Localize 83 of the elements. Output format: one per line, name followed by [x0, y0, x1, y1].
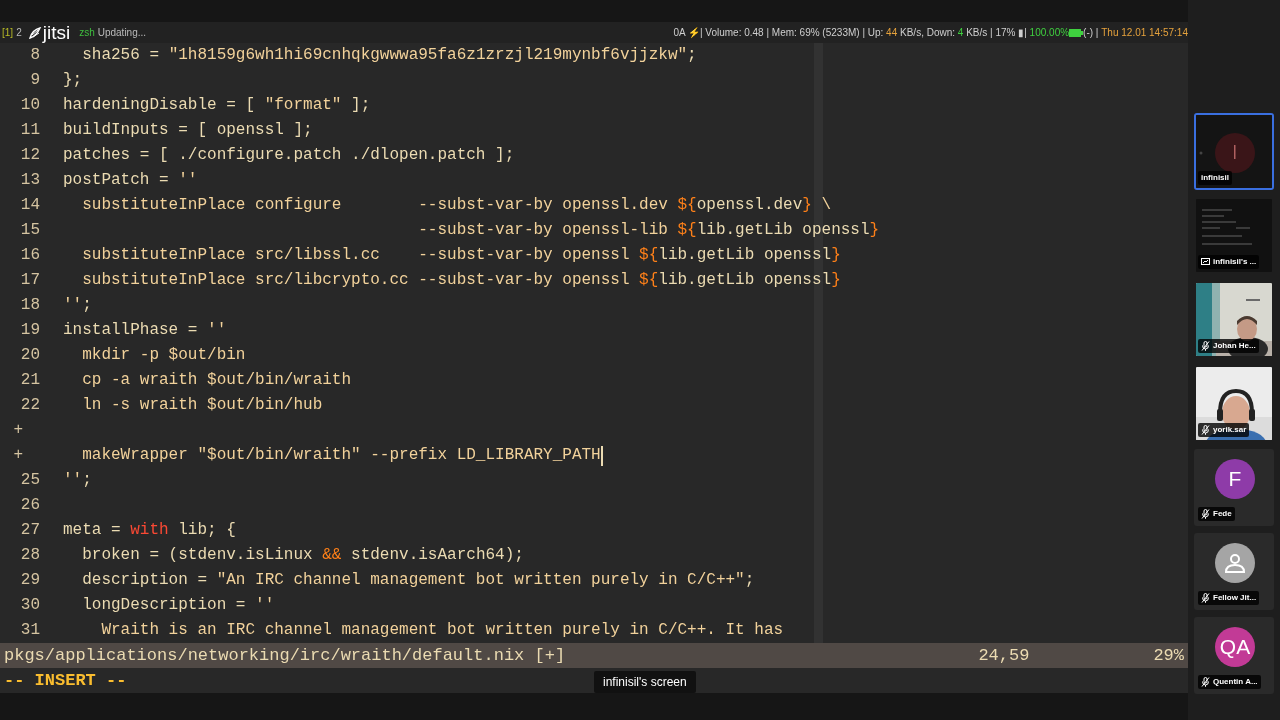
participant-tile[interactable]: Fellow Jit...: [1194, 533, 1274, 610]
shell-label: zsh: [79, 26, 95, 40]
line-number: +: [12, 420, 24, 441]
line-number: 14: [19, 195, 40, 216]
cursor-position: 24,59: [978, 644, 1031, 667]
line-number: 8: [29, 45, 40, 66]
logo-text: jitsi: [42, 23, 71, 42]
line-number: 27: [19, 520, 40, 541]
battery-icon: [1069, 28, 1084, 37]
logo-icon: [26, 24, 43, 41]
mode-indicator: -- INSERT --: [4, 669, 127, 692]
person-icon: [1223, 551, 1247, 575]
muted-mic-icon: [1201, 425, 1210, 435]
code-line: '';: [63, 295, 92, 316]
line-number: 25: [19, 470, 40, 491]
code-line: };: [63, 70, 83, 91]
participant-name: Johan He...: [1213, 340, 1256, 352]
muted-mic-icon: [1201, 677, 1210, 687]
line-number: 30: [19, 595, 40, 616]
code-line: description = "An IRC channel management bot written purely in C/C++";: [81, 570, 755, 591]
participant-name: Fede: [1213, 508, 1232, 520]
code-line: sha256 = "1h8159g6wh1hi69cnhqkgwwwa95fa6z1zrzjl219mynbf6vjjzkw";: [81, 45, 697, 66]
line-number: 26: [19, 495, 40, 516]
code-line: longDescription = '': [81, 595, 275, 616]
window-label: 2: [16, 26, 22, 40]
line-number: 12: [19, 145, 40, 166]
participant-name: Quentin A...: [1213, 676, 1258, 688]
line-number: 10: [19, 95, 40, 116]
line-number: 9: [29, 70, 40, 91]
code-line: substituteInPlace src/libcrypto.cc --subst-var-by openssl ${lib.getLib openssl}: [81, 270, 841, 291]
code-line: mkdir -p $out/bin: [81, 345, 246, 366]
code-line: buildInputs = [ openssl ];: [63, 120, 313, 141]
screen-share-icon: [1201, 258, 1210, 266]
participant-tile[interactable]: infinisil: [1194, 113, 1274, 190]
code-line: Wraith is an IRC channel management bot written purely in C/C++. It has: [100, 620, 784, 641]
code-line: cp -a wraith $out/bin/wraith: [81, 370, 352, 391]
line-number: 15: [19, 220, 40, 241]
code-line: '';: [63, 470, 92, 491]
line-number: 20: [19, 345, 40, 366]
system-status: 0A ⚡| Volume: 0.48 | Mem: 69% (5233M) | Up: 44 KB/s, Down: 4 KB/s | 17% ▮| 100.00% (-) | Thu 12.01 14:57:14: [673, 26, 1188, 40]
muted-mic-icon: [1201, 509, 1210, 519]
line-number: 16: [19, 245, 40, 266]
line-number: 18: [19, 295, 40, 316]
code-line: meta = with lib; {: [63, 520, 236, 541]
muted-mic-icon: [1201, 593, 1210, 603]
code-line: installPhase = '': [63, 320, 227, 341]
participant-name: yorik.sar: [1213, 424, 1247, 436]
line-number: 31: [19, 620, 40, 641]
participant-tile[interactable]: yorik.sar: [1194, 365, 1274, 442]
code-line: hardeningDisable = [ "format" ];: [63, 95, 371, 116]
participant-name: Fellow Jit...: [1213, 592, 1257, 604]
line-number: 28: [19, 545, 40, 566]
code-line: --subst-var-by openssl-lib ${lib.getLib openssl}: [417, 220, 880, 241]
file-path: pkgs/applications/networking/irc/wraith/default.nix [+]: [4, 644, 566, 667]
workspace-label[interactable]: [1]: [2, 25, 14, 40]
line-number: 17: [19, 270, 40, 291]
line-number: 29: [19, 570, 40, 591]
muted-mic-icon: [1201, 341, 1210, 351]
code-line: substituteInPlace src/libssl.cc --subst-var-by openssl ${lib.getLib openssl}: [81, 245, 841, 266]
participant-tile[interactable]: F Fede: [1194, 449, 1274, 526]
line-number: 19: [19, 320, 40, 341]
line-number: 13: [19, 170, 40, 191]
line-number: 22: [19, 395, 40, 416]
participant-tile[interactable]: infinisil's ...: [1194, 197, 1274, 274]
screen-label: infinisil's screen: [594, 671, 696, 693]
line-number: +: [12, 445, 24, 466]
line-number: 21: [19, 370, 40, 391]
code-line: postPatch = '': [63, 170, 198, 191]
participant-name: infinisil's ...: [1213, 256, 1257, 268]
avatar: QA: [1215, 627, 1255, 667]
scroll-percent: 29%: [1153, 644, 1184, 667]
code-line: substituteInPlace configure --subst-var-by openssl.dev ${openssl.dev} \: [81, 195, 832, 216]
participant-tile[interactable]: Johan He...: [1194, 281, 1274, 358]
code-line: broken = (stdenv.isLinux && stdenv.isAarch64);: [81, 545, 524, 566]
text-cursor: [600, 445, 603, 466]
line-number: 11: [19, 120, 40, 141]
participant-name: infinisil: [1201, 172, 1229, 184]
status-text: Updating...: [97, 26, 147, 40]
code-line: makeWrapper "$out/bin/wraith" --prefix LD_LIBRARY_PATH: [81, 445, 601, 466]
code-line: patches = [ ./configure.patch ./dlopen.patch ];: [63, 145, 515, 166]
avatar: F: [1215, 459, 1255, 499]
code-line: ln -s wraith $out/bin/hub: [81, 395, 323, 416]
participant-tile[interactable]: QA Quentin A...: [1194, 617, 1274, 694]
